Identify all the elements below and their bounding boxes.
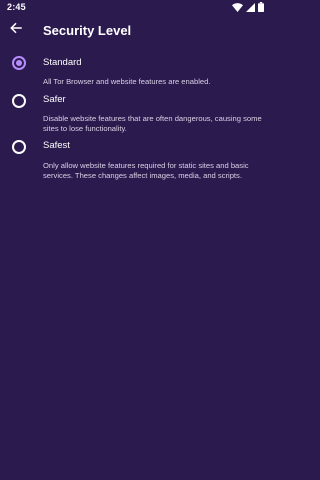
option-description-safer: Disable website features that are often …: [43, 114, 262, 134]
wifi-icon: [232, 2, 243, 12]
back-button[interactable]: [4, 18, 28, 42]
security-option-safest[interactable]: Safest Only allow website features requi…: [0, 140, 270, 200]
radio-button-standard[interactable]: [12, 56, 26, 70]
security-option-standard[interactable]: Standard All Tor Browser and website fea…: [0, 52, 270, 92]
option-description-safest: Only allow website features required for…: [43, 161, 249, 181]
page-title: Security Level: [43, 23, 132, 38]
option-title-safer: Safer: [43, 94, 66, 105]
status-icons: [232, 2, 264, 12]
battery-icon: [258, 2, 264, 12]
radio-button-safer[interactable]: [12, 94, 26, 108]
arrow-back-icon: [10, 21, 22, 39]
signal-icon: [246, 2, 255, 12]
option-description-standard: All Tor Browser and website features are…: [43, 77, 211, 86]
option-title-safest: Safest: [43, 140, 70, 151]
security-option-safer[interactable]: Safer Disable website features that are …: [0, 92, 270, 140]
option-title-standard: Standard: [43, 57, 82, 68]
security-level-options: Standard All Tor Browser and website fea…: [0, 52, 270, 200]
status-time: 2:45: [7, 2, 26, 12]
status-bar: 2:45: [0, 0, 270, 14]
radio-button-safest[interactable]: [12, 140, 26, 154]
app-bar: Security Level: [0, 14, 270, 50]
